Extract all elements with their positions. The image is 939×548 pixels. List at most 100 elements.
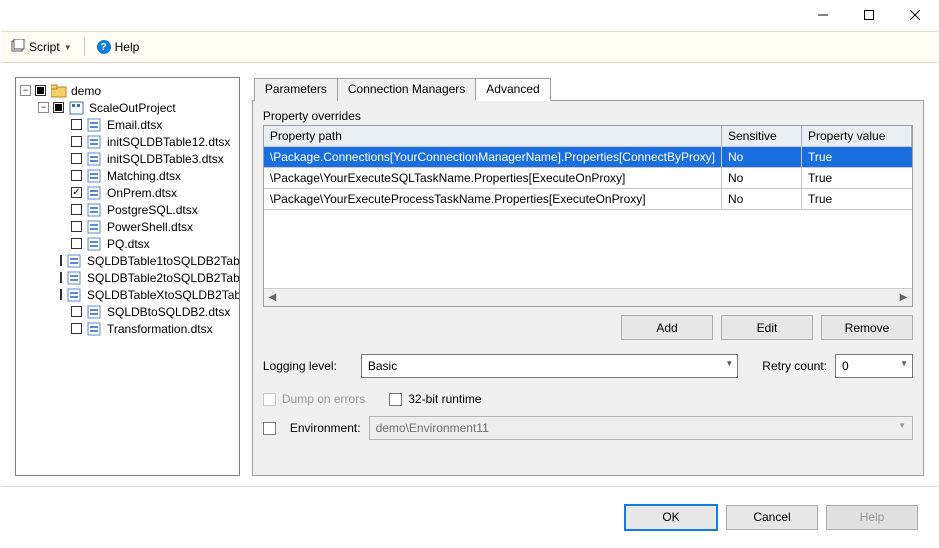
minimize-button[interactable] <box>800 1 846 29</box>
tree-node-package[interactable]: OnPrem.dtsx <box>56 184 237 201</box>
package-icon <box>87 304 103 320</box>
logging-row: Logging level: Basic ▼ Retry count: 0 ▼ <box>263 354 913 378</box>
property-overrides-grid[interactable]: Property path Sensitive Property value \… <box>263 125 913 307</box>
expander-icon[interactable]: − <box>38 102 49 113</box>
tree-node-package[interactable]: SQLDBTable2toSQLDB2Table2.dtsx <box>56 269 237 286</box>
tree-node-package[interactable]: PostgreSQL.dtsx <box>56 201 237 218</box>
tab-strip: Parameters Connection Managers Advanced <box>254 77 924 100</box>
checkbox[interactable] <box>71 170 82 181</box>
grid-header: Property path Sensitive Property value <box>264 126 912 147</box>
tree-node-package[interactable]: initSQLDBTable3.dtsx <box>56 150 237 167</box>
tree-label: SQLDBTable1toSQLDB2Table1.dtsx <box>85 254 240 268</box>
scroll-left-icon[interactable]: ◀ <box>264 289 281 306</box>
dialog-window: Script ▼ ? Help − demo <box>0 0 939 548</box>
script-menu-button[interactable]: Script ▼ <box>7 37 76 58</box>
options-row: Dump on errors 32-bit runtime <box>263 392 913 406</box>
checkbox[interactable] <box>71 221 82 232</box>
tree-label: Email.dtsx <box>105 118 162 132</box>
horizontal-scrollbar[interactable]: ◀ ▶ <box>264 288 912 306</box>
tab-parameters[interactable]: Parameters <box>254 78 337 101</box>
checkbox[interactable] <box>71 119 82 130</box>
tree-node-project[interactable]: − ScaleOutProject <box>38 99 237 116</box>
tree-label: PowerShell.dtsx <box>105 220 193 234</box>
expander-placeholder <box>56 187 67 198</box>
tree-node-package[interactable]: PowerShell.dtsx <box>56 218 237 235</box>
checkbox[interactable] <box>71 238 82 249</box>
checkbox[interactable] <box>71 306 82 317</box>
retry-count-value: 0 <box>842 359 849 373</box>
checkbox[interactable] <box>60 255 62 266</box>
tab-pane-advanced: Property overrides Property path Sensiti… <box>252 100 924 476</box>
package-icon <box>87 117 103 133</box>
dialog-footer: OK Cancel Help <box>1 487 938 547</box>
tree-node-package[interactable]: Email.dtsx <box>56 116 237 133</box>
property-overrides-heading: Property overrides <box>263 109 913 123</box>
cell-path: \Package\YourExecuteProcessTaskName.Prop… <box>264 189 722 209</box>
cell-sensitive: No <box>722 168 802 188</box>
logging-level-select[interactable]: Basic ▼ <box>361 354 738 378</box>
tree-node-package[interactable]: PQ.dtsx <box>56 235 237 252</box>
chevron-down-icon: ▼ <box>900 359 908 368</box>
tree-label: initSQLDBTable3.dtsx <box>105 152 224 166</box>
cell-value: True <box>802 168 912 188</box>
package-icon <box>67 287 83 303</box>
tree-node-package[interactable]: SQLDBTable1toSQLDB2Table1.dtsx <box>56 252 237 269</box>
checkbox[interactable] <box>53 102 64 113</box>
col-sensitive[interactable]: Sensitive <box>722 126 802 146</box>
tree-node-package[interactable]: initSQLDBTable12.dtsx <box>56 133 237 150</box>
checkbox[interactable] <box>60 272 62 283</box>
tree-node-package[interactable]: SQLDBtoSQLDB2.dtsx <box>56 303 237 320</box>
checkbox[interactable] <box>71 323 82 334</box>
table-row[interactable]: \Package.Connections[YourConnectionManag… <box>264 147 912 168</box>
tree-node-package[interactable]: Matching.dtsx <box>56 167 237 184</box>
checkbox[interactable] <box>71 153 82 164</box>
scroll-right-icon[interactable]: ▶ <box>895 289 912 306</box>
edit-button[interactable]: Edit <box>721 315 813 340</box>
add-button[interactable]: Add <box>621 315 713 340</box>
tree-node-package[interactable]: SQLDBTableXtoSQLDB2TableY.dtsx <box>56 286 237 303</box>
cancel-button[interactable]: Cancel <box>726 505 818 530</box>
package-icon <box>87 185 103 201</box>
environment-row: Environment: demo\Environment11 ▼ <box>263 416 913 440</box>
retry-count-select[interactable]: 0 ▼ <box>835 354 913 378</box>
checkbox-icon[interactable] <box>389 393 402 406</box>
checkbox[interactable] <box>60 289 62 300</box>
checkbox[interactable] <box>35 85 46 96</box>
remove-button[interactable]: Remove <box>821 315 913 340</box>
tab-connection-managers[interactable]: Connection Managers <box>337 78 475 101</box>
expander-placeholder <box>56 119 67 130</box>
checkbox[interactable] <box>71 204 82 215</box>
package-icon <box>87 236 103 252</box>
help-button[interactable]: ? Help <box>93 38 144 56</box>
checkbox-icon <box>263 393 276 406</box>
tree-node-root[interactable]: − demo <box>20 82 237 99</box>
32bit-runtime-checkbox[interactable]: 32-bit runtime <box>389 392 481 406</box>
ok-button[interactable]: OK <box>624 504 718 531</box>
package-icon <box>67 253 83 269</box>
tab-advanced[interactable]: Advanced <box>475 78 550 101</box>
maximize-button[interactable] <box>846 1 892 29</box>
close-button[interactable] <box>892 1 938 29</box>
expander-placeholder <box>56 153 67 164</box>
environment-checkbox[interactable] <box>263 422 276 435</box>
tree-node-package[interactable]: Transformation.dtsx <box>56 320 237 337</box>
col-property-path[interactable]: Property path <box>264 126 722 146</box>
package-icon <box>67 270 83 286</box>
tree-label: SQLDBTable2toSQLDB2Table2.dtsx <box>85 271 240 285</box>
tree-label: SQLDBTableXtoSQLDB2TableY.dtsx <box>85 288 240 302</box>
package-tree[interactable]: − demo − <box>15 77 240 476</box>
package-icon <box>87 321 103 337</box>
tree-label: Transformation.dtsx <box>105 322 213 336</box>
col-property-value[interactable]: Property value <box>802 126 912 146</box>
package-icon <box>87 151 103 167</box>
table-row[interactable]: \Package\YourExecuteSQLTaskName.Properti… <box>264 168 912 189</box>
package-icon <box>87 202 103 218</box>
checkbox[interactable] <box>71 136 82 147</box>
dump-on-errors-label: Dump on errors <box>282 392 365 406</box>
expander-placeholder <box>56 323 67 334</box>
expander-icon[interactable]: − <box>20 85 31 96</box>
checkbox[interactable] <box>71 187 82 198</box>
script-icon <box>11 39 25 56</box>
titlebar <box>1 1 938 31</box>
table-row[interactable]: \Package\YourExecuteProcessTaskName.Prop… <box>264 189 912 210</box>
